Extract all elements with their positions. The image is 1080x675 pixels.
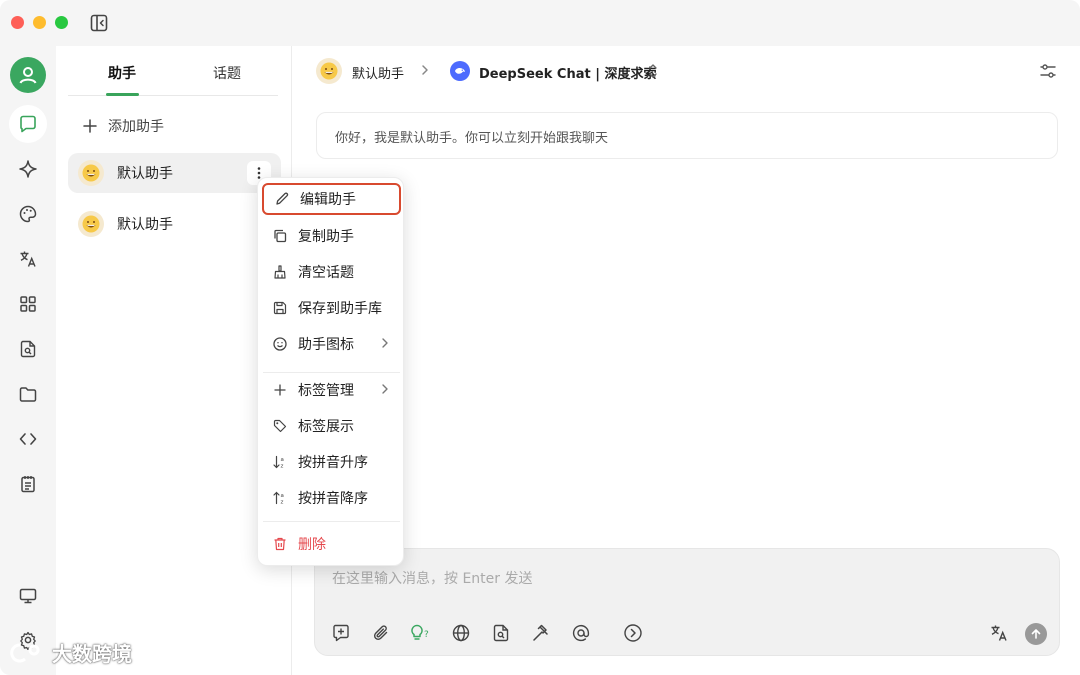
send-button[interactable] [1025,623,1047,645]
knowledge-file-icon[interactable] [489,621,513,645]
assistant-context-menu: 编辑助手 复制助手 清空话题 保存到助手库 助手图标 标签管理 标签展示 a z… [257,177,404,566]
sliders-settings-icon[interactable] [1038,61,1058,81]
menu-item-label: 标签展示 [298,419,354,435]
chevron-right-icon [422,65,428,75]
left-rail [0,46,56,675]
assistant-name: 默认助手 [117,166,173,182]
watermark-logo-icon [10,642,40,662]
broom-icon [272,264,288,280]
tab-topics[interactable]: 话题 [213,63,241,83]
file-search-icon[interactable] [9,330,47,368]
message-input-placeholder[interactable]: 在这里输入消息，按 Enter 发送 [332,568,532,588]
chat-header: 默认助手 DeepSeek Chat | 深度求索 [293,46,1080,96]
plus-icon [272,382,288,398]
folder-icon[interactable] [9,375,47,413]
smile-icon [272,336,288,352]
menu-item-assistant-icon[interactable]: 助手图标 [262,328,401,360]
sidebar-toggle-icon[interactable] [89,13,109,33]
translate-icon[interactable] [9,240,47,278]
title-bar [0,0,1080,46]
translate-icon[interactable] [987,621,1011,645]
attachment-icon[interactable] [369,621,393,645]
menu-item-label: 按拼音升序 [298,455,368,471]
menu-item-label: 复制助手 [298,229,354,245]
active-tab-indicator [106,93,139,96]
arrow-up-icon [1031,629,1041,639]
svg-text:a: a [281,457,284,463]
menu-item-edit-assistant[interactable]: 编辑助手 [262,183,401,215]
expand-circle-icon[interactable] [621,621,645,645]
menu-item-label: 保存到助手库 [298,301,382,317]
menu-divider [263,521,400,522]
chevron-right-icon [382,384,388,394]
zoom-window-button[interactable] [55,16,68,29]
menu-item-label: 助手图标 [298,337,354,353]
assistant-item[interactable]: 默认助手 [68,153,281,193]
menu-divider [263,372,400,373]
chat-icon[interactable] [9,105,47,143]
sort-asc-icon: az [272,454,288,470]
add-assistant-button[interactable]: 添加助手 [82,114,164,138]
minimize-window-button[interactable] [33,16,46,29]
web-search-icon[interactable] [449,621,473,645]
message-input-box[interactable]: 在这里输入消息，按 Enter 发送 ? [314,548,1060,656]
tools-hammer-icon[interactable] [529,621,553,645]
menu-item-label: 按拼音降序 [298,491,368,507]
svg-text:z: z [281,500,284,506]
model-selector[interactable]: DeepSeek Chat | 深度求索 [479,63,656,82]
svg-text:z: z [281,464,284,470]
sort-desc-icon: az [272,490,288,506]
new-topic-icon[interactable] [329,621,353,645]
assistant-item[interactable]: 默认助手 [68,204,281,244]
menu-item-delete[interactable]: 删除 [262,528,401,560]
panel-tabs: 助手 话题 [68,46,278,96]
header-assistant-emoji-icon[interactable] [316,58,342,84]
menu-item-sort-pinyin-desc[interactable]: az 按拼音降序 [262,482,401,514]
menu-item-clear-topics[interactable]: 清空话题 [262,256,401,288]
menu-item-save-to-library[interactable]: 保存到助手库 [262,292,401,324]
chevron-right-icon [382,338,388,348]
svg-text:?: ? [424,630,429,640]
user-avatar-icon[interactable] [10,57,46,93]
app-window: 助手 话题 添加助手 默认助手 默认助手 默认助手 DeepSeek Chat … [0,0,1080,675]
menu-item-sort-pinyin-asc[interactable]: az 按拼音升序 [262,446,401,478]
apps-grid-icon[interactable] [9,285,47,323]
menu-item-tag-display[interactable]: 标签展示 [262,410,401,442]
chevron-up-down-icon[interactable] [648,62,658,80]
monitor-icon[interactable] [9,577,47,615]
add-assistant-label: 添加助手 [108,119,164,135]
svg-text:a: a [281,493,284,499]
deepseek-logo-icon [450,61,470,81]
mention-at-icon[interactable] [569,621,593,645]
assistant-emoji-icon [78,160,104,186]
menu-item-tag-management[interactable]: 标签管理 [262,374,401,406]
tag-icon [272,418,288,434]
code-icon[interactable] [9,420,47,458]
pencil-icon [274,191,290,207]
plus-icon [83,119,97,133]
sparkle-icon[interactable] [9,150,47,188]
save-icon [272,300,288,316]
greeting-message: 你好，我是默认助手。你可以立刻开始跟我聊天 [316,112,1058,159]
palette-icon[interactable] [9,195,47,233]
menu-item-label: 删除 [298,537,326,553]
menu-item-copy-assistant[interactable]: 复制助手 [262,220,401,252]
chat-main: 默认助手 DeepSeek Chat | 深度求索 你好，我是默认助手。你可以立… [293,46,1080,675]
assistant-emoji-icon [78,211,104,237]
thinking-bulb-icon[interactable]: ? [409,621,433,645]
header-assistant-name[interactable]: 默认助手 [352,63,404,82]
menu-item-label: 标签管理 [298,383,354,399]
watermark-text: 大数跨境 [52,642,132,666]
assistant-name: 默认助手 [117,217,173,233]
watermark: 大数跨境 [10,638,132,667]
copy-icon [272,228,288,244]
notepad-icon[interactable] [9,465,47,503]
close-window-button[interactable] [11,16,24,29]
menu-item-label: 编辑助手 [300,192,356,208]
menu-item-label: 清空话题 [298,265,354,281]
trash-icon [272,536,288,552]
tab-assistants[interactable]: 助手 [108,63,136,83]
